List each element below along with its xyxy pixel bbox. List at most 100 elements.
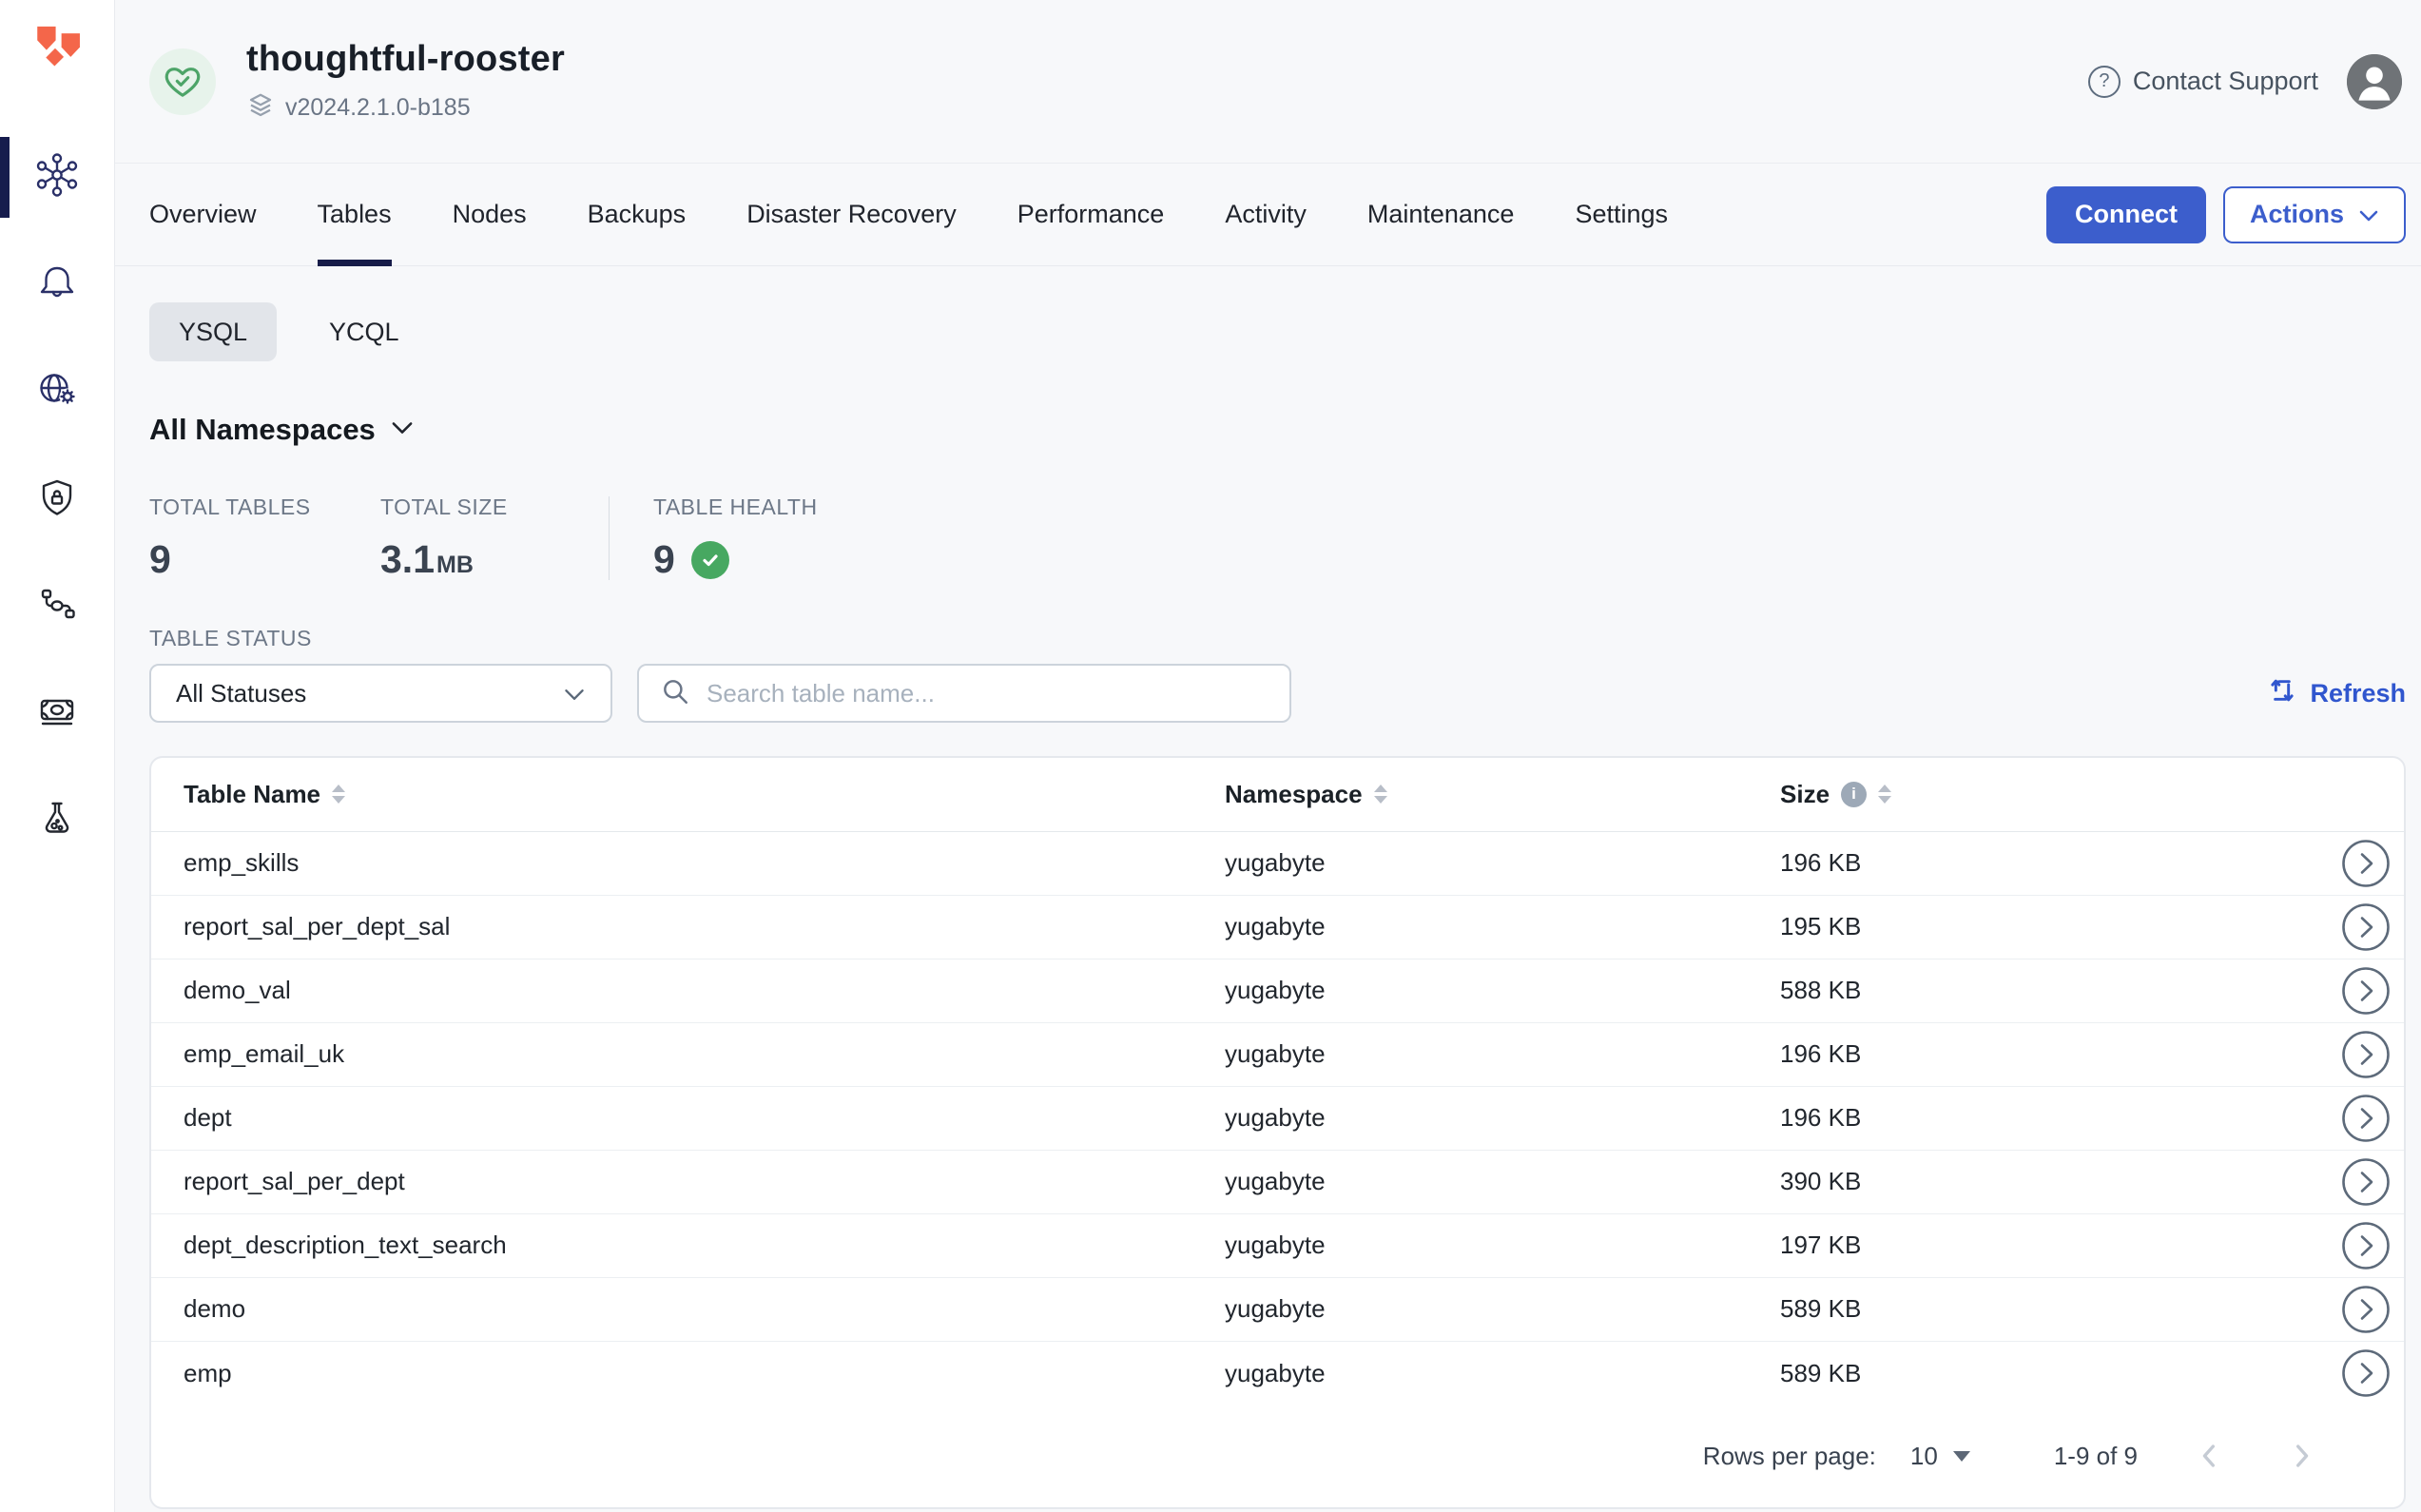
info-icon[interactable]: i — [1841, 782, 1867, 807]
sidebar-item-billing[interactable] — [0, 661, 114, 768]
stat-label: TOTAL SIZE — [380, 494, 609, 520]
sidebar-item-integrations[interactable] — [0, 553, 114, 661]
user-avatar[interactable] — [2347, 54, 2402, 109]
table-row[interactable]: demoyugabyte589 KB — [151, 1278, 2404, 1342]
refresh-button[interactable]: Refresh — [2267, 675, 2406, 712]
row-detail-button[interactable] — [2341, 966, 2391, 1016]
chevron-down-icon — [563, 679, 586, 708]
table-row[interactable]: report_sal_per_dept_salyugabyte195 KB — [151, 896, 2404, 960]
yugabyte-logo-icon[interactable] — [0, 0, 115, 99]
chevron-right-icon — [2341, 1348, 2391, 1398]
row-detail-button[interactable] — [2341, 1285, 2391, 1334]
connect-button[interactable]: Connect — [2046, 186, 2206, 243]
search-input[interactable] — [707, 679, 1269, 708]
cell-namespace: yugabyte — [1225, 1359, 1780, 1388]
api-toggle-ycql[interactable]: YCQL — [300, 302, 429, 361]
table-header-row: Table NameNamespace Sizei — [151, 758, 2404, 832]
page-header: thoughtful-rooster v2024.2.1.0-b185 ? Co… — [115, 0, 2421, 164]
page-title: thoughtful-rooster — [246, 39, 565, 80]
admin-icon — [34, 367, 80, 417]
refresh-label: Refresh — [2310, 679, 2406, 708]
row-detail-button[interactable] — [2341, 902, 2391, 952]
tab-performance[interactable]: Performance — [1017, 164, 1165, 265]
cell-namespace: yugabyte — [1225, 1231, 1780, 1260]
tab-tables[interactable]: Tables — [318, 164, 392, 265]
row-detail-button[interactable] — [2341, 839, 2391, 888]
alerts-icon — [34, 260, 80, 310]
tab-activity[interactable]: Activity — [1225, 164, 1307, 265]
cell-table-name: report_sal_per_dept_sal — [184, 912, 1225, 941]
tab-backups[interactable]: Backups — [588, 164, 687, 265]
table-row[interactable]: emp_skillsyugabyte196 KB — [151, 832, 2404, 896]
rows-per-page-select[interactable]: 10 — [1910, 1442, 1970, 1471]
column-header-table-name[interactable]: Table Name — [184, 780, 1225, 809]
sidebar-item-admin[interactable] — [0, 339, 114, 446]
health-check-icon — [691, 541, 729, 579]
chevron-right-icon — [2341, 966, 2391, 1016]
tab-nodes[interactable]: Nodes — [453, 164, 527, 265]
chevron-right-icon — [2341, 1285, 2391, 1334]
row-detail-button[interactable] — [2341, 1348, 2391, 1398]
cell-table-name: report_sal_per_dept — [184, 1167, 1225, 1196]
tab-settings[interactable]: Settings — [1575, 164, 1668, 265]
search-icon — [660, 676, 690, 711]
chevron-right-icon — [2341, 1094, 2391, 1143]
sidebar-item-experimental[interactable] — [0, 768, 114, 876]
sidebar-item-security[interactable] — [0, 446, 114, 553]
dropdown-arrow-icon — [1953, 1451, 1970, 1462]
chevron-right-icon — [2341, 1157, 2391, 1207]
sort-icon[interactable] — [332, 785, 345, 804]
row-detail-button[interactable] — [2341, 1030, 2391, 1079]
table-status-label: TABLE STATUS — [149, 626, 2406, 651]
cell-namespace: yugabyte — [1225, 976, 1780, 1005]
sort-icon[interactable] — [1878, 785, 1891, 804]
table-row[interactable]: dept_description_text_searchyugabyte197 … — [151, 1214, 2404, 1278]
status-select[interactable]: All Statuses — [149, 664, 612, 723]
stat-total-size: TOTAL SIZE 3.1MB — [380, 494, 609, 582]
api-toggle-ysql[interactable]: YSQL — [149, 302, 277, 361]
column-header-size[interactable]: Sizei — [1780, 780, 2290, 809]
contact-support-link[interactable]: ? Contact Support — [2088, 66, 2318, 98]
table-row[interactable]: deptyugabyte196 KB — [151, 1087, 2404, 1151]
chevron-right-icon — [2341, 1221, 2391, 1270]
column-label: Size — [1780, 780, 1830, 809]
help-icon: ? — [2088, 66, 2121, 98]
cell-table-name: demo_val — [184, 976, 1225, 1005]
namespace-filter[interactable]: All Namespaces — [149, 413, 2406, 447]
sidebar-item-alerts[interactable] — [0, 231, 114, 339]
cell-table-name: dept_description_text_search — [184, 1231, 1225, 1260]
row-detail-button[interactable] — [2341, 1094, 2391, 1143]
column-label: Namespace — [1225, 780, 1363, 809]
version-text: v2024.2.1.0-b185 — [285, 94, 471, 122]
integrations-icon — [34, 582, 80, 632]
stat-label: TABLE HEALTH — [653, 494, 818, 520]
tab-disaster-recovery[interactable]: Disaster Recovery — [746, 164, 957, 265]
tab-maintenance[interactable]: Maintenance — [1367, 164, 1515, 265]
sidebar-nav — [0, 124, 114, 876]
stat-table-health: TABLE HEALTH 9 — [610, 494, 818, 582]
next-page-button[interactable] — [2282, 1437, 2320, 1475]
table-row[interactable]: demo_valyugabyte588 KB — [151, 960, 2404, 1023]
cell-table-name: emp_email_uk — [184, 1039, 1225, 1069]
row-detail-button[interactable] — [2341, 1157, 2391, 1207]
table-row[interactable]: emp_email_ukyugabyte196 KB — [151, 1023, 2404, 1087]
sidebar-item-universes[interactable] — [0, 124, 114, 231]
previous-page-button[interactable] — [2191, 1437, 2229, 1475]
actions-button[interactable]: Actions — [2223, 186, 2406, 243]
table-row[interactable]: empyugabyte589 KB — [151, 1342, 2404, 1405]
cell-size: 589 KB — [1780, 1294, 2290, 1324]
chevron-right-icon — [2341, 1030, 2391, 1079]
stats-row: TOTAL TABLES 9 TOTAL SIZE 3.1MB TABLE HE… — [149, 494, 2406, 582]
table-row[interactable]: report_sal_per_deptyugabyte390 KB — [151, 1151, 2404, 1214]
contact-support-label: Contact Support — [2133, 67, 2318, 96]
stat-total-tables: TOTAL TABLES 9 — [149, 494, 380, 582]
actions-button-label: Actions — [2250, 200, 2344, 229]
tab-overview[interactable]: Overview — [149, 164, 257, 265]
tables-card: Table NameNamespace Sizei emp_skillsyugab… — [149, 756, 2406, 1509]
column-header-namespace[interactable]: Namespace — [1225, 780, 1780, 809]
sidebar — [0, 0, 115, 1512]
row-detail-button[interactable] — [2341, 1221, 2391, 1270]
status-select-value: All Statuses — [176, 679, 306, 708]
stat-value: 3.1 — [380, 537, 435, 582]
sort-icon[interactable] — [1374, 785, 1387, 804]
